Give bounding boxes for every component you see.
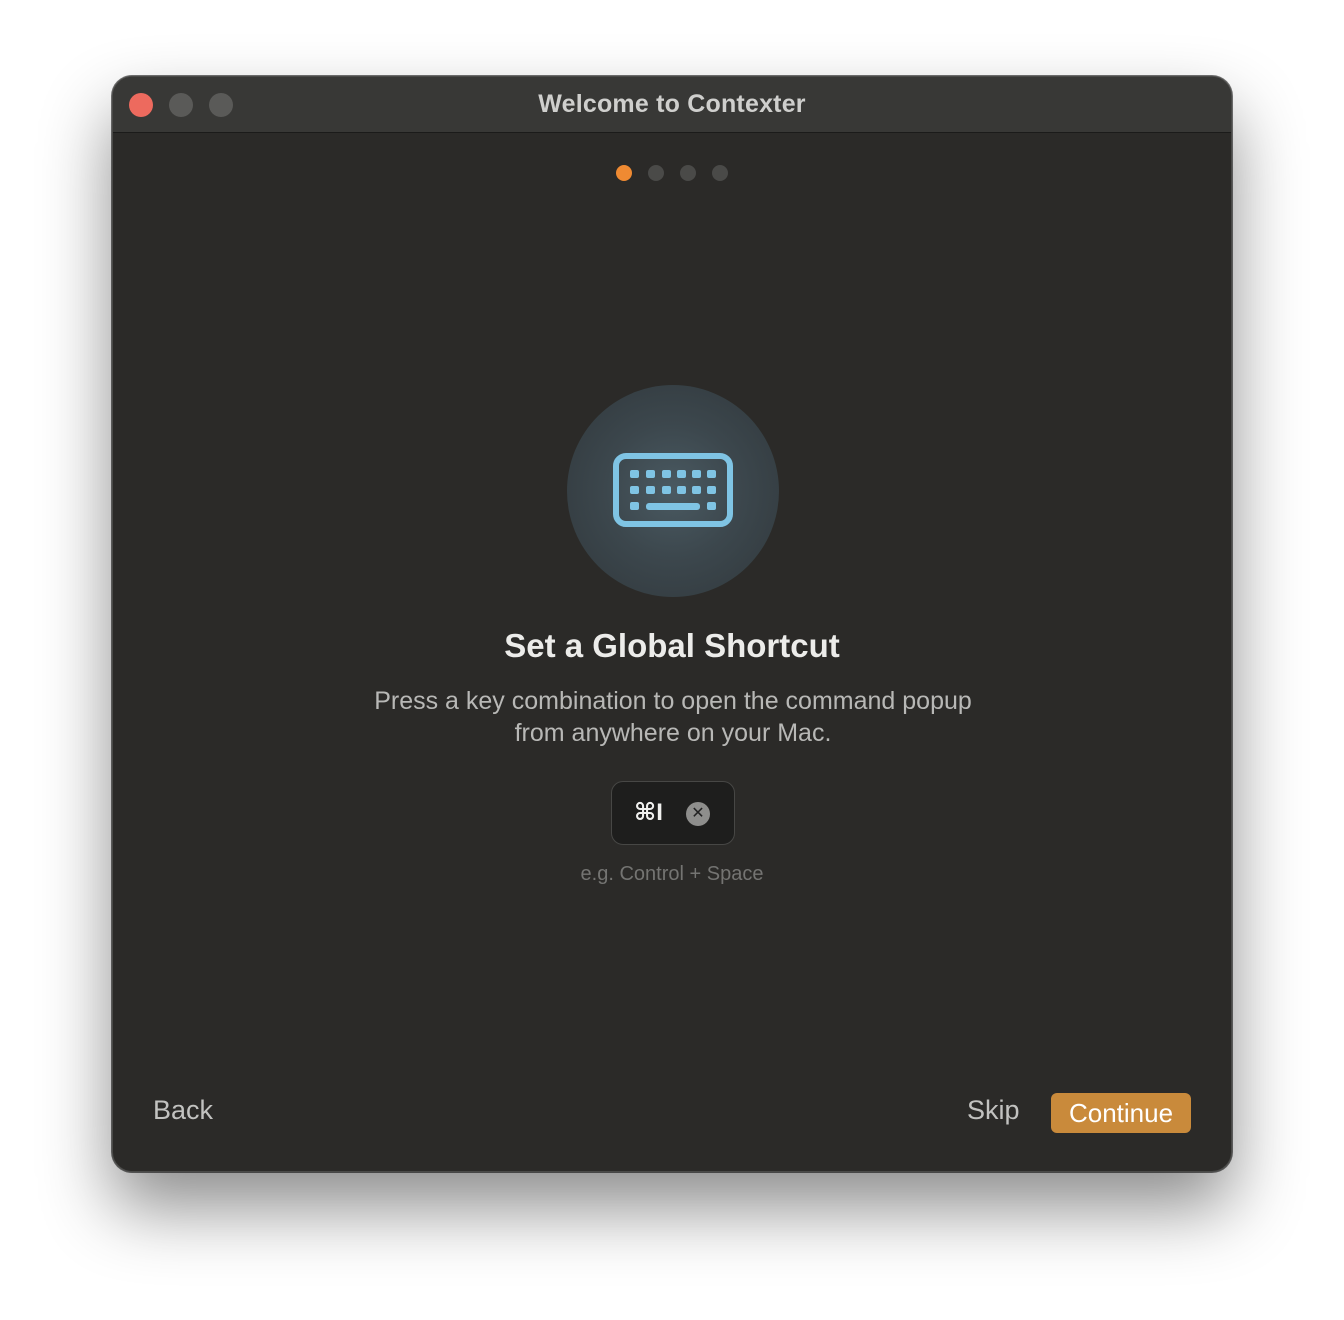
onboarding-window: Welcome to Contexter Set a Global Shortc… (112, 76, 1232, 1172)
skip-button[interactable]: Skip (967, 1095, 1020, 1126)
window-title: Welcome to Contexter (538, 90, 806, 118)
shortcut-value: ⌘I (634, 799, 663, 826)
back-button[interactable]: Back (153, 1095, 213, 1126)
step-dot-4 (712, 165, 728, 181)
shortcut-recorder[interactable]: ⌘I ✕ (611, 781, 735, 845)
keyboard-icon-badge (567, 385, 779, 597)
step-dot-3 (680, 165, 696, 181)
page-title: Set a Global Shortcut (504, 627, 840, 664)
keyboard-icon (613, 453, 733, 527)
xmark-circle-icon[interactable]: ✕ (686, 802, 710, 826)
step-dot-1 (616, 165, 632, 181)
continue-button[interactable]: Continue (1051, 1093, 1191, 1133)
shortcut-hint: e.g. Control + Space (580, 863, 764, 885)
page-description: Press a key combination to open the comm… (374, 687, 972, 747)
step-dot-2 (648, 165, 664, 181)
step-indicator (113, 165, 1231, 181)
title-bar[interactable]: Welcome to Contexter (113, 77, 1231, 133)
